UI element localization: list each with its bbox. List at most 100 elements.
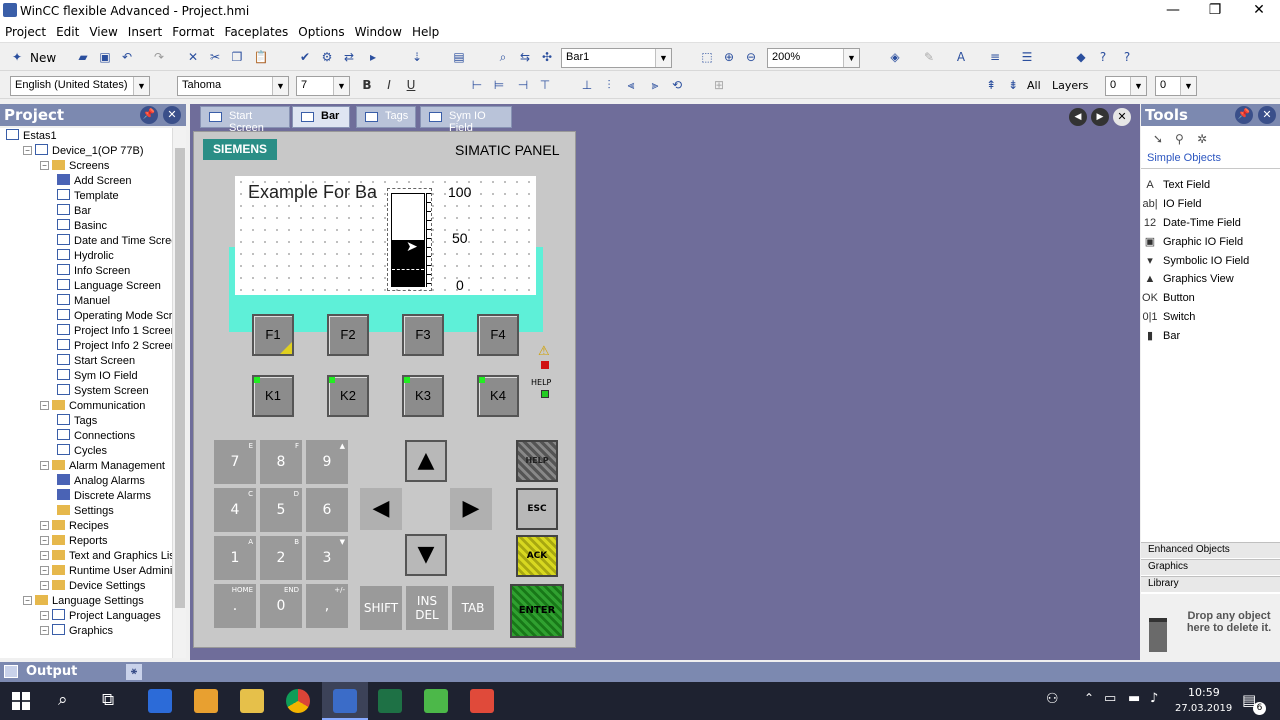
volume-icon[interactable]: ♪: [1150, 691, 1158, 706]
search-icon[interactable]: ⌕: [58, 690, 68, 710]
menu-insert[interactable]: Insert: [123, 22, 167, 42]
tree-item[interactable]: − Alarm Management: [40, 459, 165, 474]
library-section[interactable]: Library: [1141, 576, 1280, 592]
tree-item[interactable]: − Device Settings: [40, 579, 145, 594]
tree-item[interactable]: Manuel: [57, 294, 110, 309]
tree-item[interactable]: − Graphics: [40, 624, 113, 639]
align-center-icon[interactable]: ⊨: [490, 76, 508, 94]
tab-scroll-left-icon[interactable]: ◀: [1069, 108, 1087, 126]
expander-icon[interactable]: −: [40, 566, 49, 575]
clock-date[interactable]: 27.03.2019: [1175, 703, 1232, 714]
f3-key[interactable]: F3: [402, 314, 444, 356]
delete-icon[interactable]: ✕: [184, 48, 202, 66]
align-middle-icon[interactable]: ⊥: [578, 76, 596, 94]
menu-help[interactable]: Help: [407, 22, 444, 42]
tab-bar[interactable]: Bar: [292, 106, 350, 128]
enhanced-objects-section[interactable]: Enhanced Objects: [1141, 542, 1280, 558]
numpad-key[interactable]: 9 ▲: [306, 440, 348, 484]
ins-del-key[interactable]: INS DEL: [406, 586, 448, 630]
f2-key[interactable]: F2: [327, 314, 369, 356]
same-width-icon[interactable]: ⫷: [622, 76, 640, 94]
zoom-out-icon[interactable]: ⊖: [742, 48, 760, 66]
object-select[interactable]: Bar1 ▼: [561, 48, 672, 68]
tree-item[interactable]: Estas1: [6, 129, 57, 144]
task-view-icon[interactable]: ⧉: [102, 690, 114, 710]
tree-item[interactable]: Language Screen: [57, 279, 161, 294]
bring-front-icon[interactable]: ⇞: [982, 76, 1000, 94]
expander-icon[interactable]: −: [40, 581, 49, 590]
pin-icon[interactable]: 📌: [1235, 106, 1253, 124]
copy-icon[interactable]: ❐: [228, 48, 246, 66]
tree-item[interactable]: − Project Languages: [40, 609, 161, 624]
pointer-icon[interactable]: ➘: [1153, 132, 1163, 146]
expander-icon[interactable]: −: [40, 521, 49, 530]
distribute-icon[interactable]: ⫶: [600, 76, 618, 94]
align-top-icon[interactable]: ⊤: [536, 76, 554, 94]
chrome-icon[interactable]: [286, 689, 310, 713]
tree-item[interactable]: Analog Alarms: [57, 474, 145, 489]
whats-this-icon[interactable]: ?: [1118, 48, 1136, 66]
start-icon[interactable]: [12, 692, 30, 710]
tree-item[interactable]: Connections: [57, 429, 135, 444]
tab-start-screen[interactable]: Start Screen: [200, 106, 290, 134]
clock-time[interactable]: 10:59: [1188, 686, 1220, 699]
arrow-down-key[interactable]: ▼: [405, 534, 447, 576]
all-layers-label[interactable]: All: [1027, 79, 1041, 92]
transfer-icon[interactable]: ⇄: [340, 48, 358, 66]
tray-expand-icon[interactable]: ⌃: [1084, 691, 1094, 705]
fill-color-icon[interactable]: ◈: [886, 48, 904, 66]
tool-item[interactable]: ▮ Bar: [1142, 329, 1180, 347]
library-icon[interactable]: ◆: [1072, 48, 1090, 66]
help-key[interactable]: HELP: [516, 440, 558, 482]
rotate-icon[interactable]: ⟲: [668, 76, 686, 94]
store-icon[interactable]: [148, 689, 172, 713]
new-button[interactable]: New: [30, 51, 56, 65]
tree-item[interactable]: − Reports: [40, 534, 108, 549]
font-size-select[interactable]: 7 ▼: [296, 76, 350, 96]
find-icon[interactable]: ⌕: [494, 48, 512, 66]
zoom-area-icon[interactable]: ⬚: [698, 48, 716, 66]
tool-item[interactable]: 0|1 Switch: [1142, 311, 1195, 329]
menu-view[interactable]: View: [84, 22, 122, 42]
tab-sym-io-field[interactable]: Sym IO Field: [420, 106, 512, 134]
editor-close-icon[interactable]: ✕: [1113, 108, 1131, 126]
grid-align-icon[interactable]: ⊞: [710, 76, 728, 94]
new-icon[interactable]: ✦: [8, 48, 26, 66]
runtime-icon[interactable]: ▸: [364, 48, 382, 66]
esc-key[interactable]: ESC: [516, 488, 558, 530]
tool-item[interactable]: ▾ Symbolic IO Field: [1142, 254, 1249, 272]
italic-button[interactable]: I: [380, 76, 398, 94]
tree-item[interactable]: Bar: [57, 204, 91, 219]
tree-item[interactable]: Operating Mode Scre: [57, 309, 179, 324]
language-select[interactable]: English (United States) ▼: [10, 76, 150, 96]
close-icon[interactable]: ✕: [1258, 106, 1276, 124]
maximize-button[interactable]: ❐: [1192, 0, 1238, 22]
tree-item[interactable]: − Runtime User Administrat: [40, 564, 186, 579]
tree-item[interactable]: − Language Settings: [23, 594, 144, 609]
expander-icon[interactable]: −: [40, 611, 49, 620]
drop-area[interactable]: Drop any object here to delete it.: [1141, 594, 1280, 660]
numpad-key[interactable]: 0 END: [260, 584, 302, 628]
ack-key[interactable]: ACK: [516, 535, 558, 577]
excel-icon[interactable]: [378, 689, 402, 713]
paste-icon[interactable]: 📋: [252, 48, 270, 66]
tab-key[interactable]: TAB: [452, 586, 494, 630]
menu-window[interactable]: Window: [350, 22, 407, 42]
close-button[interactable]: ✕: [1236, 0, 1280, 22]
redo-icon[interactable]: ↷: [150, 48, 168, 66]
graphics-section[interactable]: Graphics: [1141, 559, 1280, 575]
people-icon[interactable]: ⚇: [1046, 691, 1059, 707]
numpad-key[interactable]: , +/-: [306, 584, 348, 628]
open-icon[interactable]: ▰: [74, 48, 92, 66]
tree-item[interactable]: Project Info 1 Screen: [57, 324, 177, 339]
pin-icon[interactable]: 📌: [140, 106, 158, 124]
tree-item[interactable]: Project Info 2 Screen: [57, 339, 177, 354]
line-width-icon[interactable]: ☰: [1018, 48, 1036, 66]
enter-key[interactable]: ENTER: [510, 584, 564, 638]
menu-edit[interactable]: Edit: [51, 22, 84, 42]
menu-project[interactable]: Project: [0, 22, 51, 42]
expander-icon[interactable]: −: [23, 146, 32, 155]
bold-button[interactable]: B: [358, 76, 376, 94]
expander-icon[interactable]: −: [40, 401, 49, 410]
screen-text-field[interactable]: Example For Ba: [248, 182, 391, 203]
